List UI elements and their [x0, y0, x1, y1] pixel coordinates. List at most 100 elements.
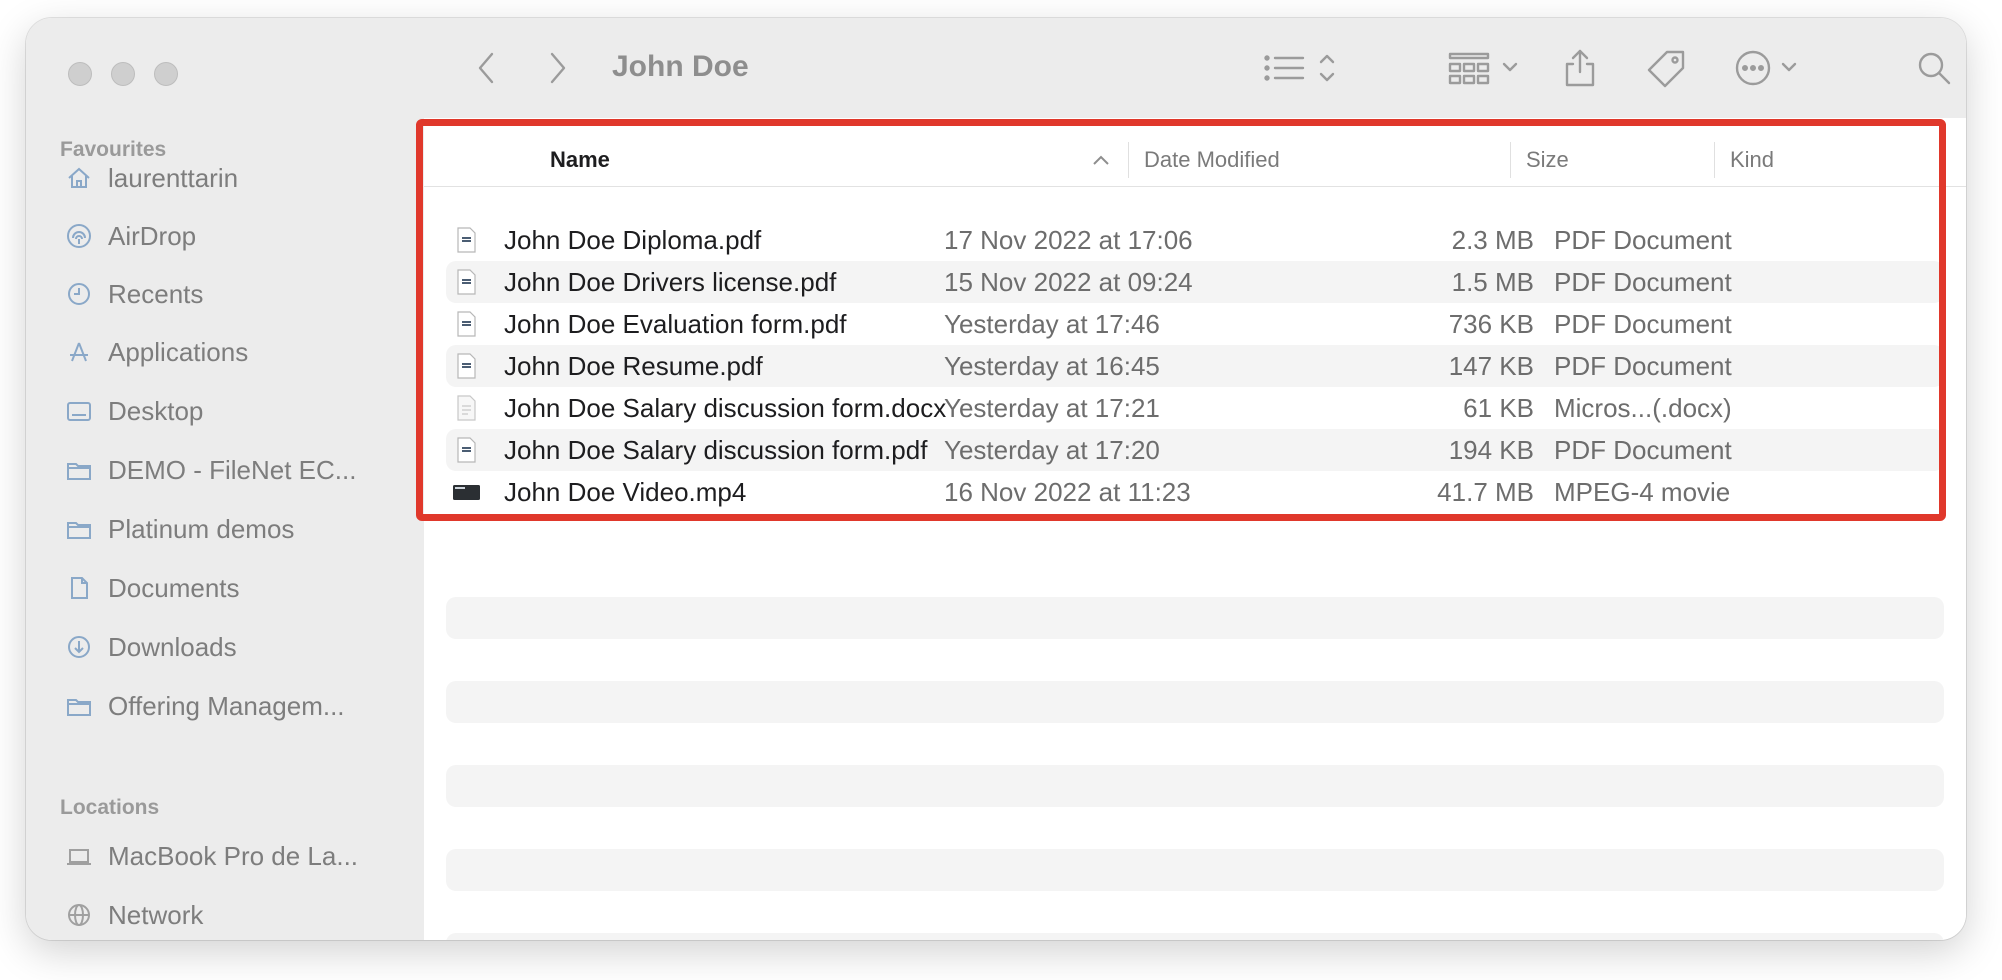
- sidebar-item-label: laurenttarin: [108, 162, 239, 193]
- file-name: John Doe Diploma.pdf: [504, 225, 762, 255]
- file-size: 147 KB: [1448, 351, 1534, 381]
- file-row[interactable]: John Doe Video.mp4 16 Nov 2022 at 11:23 …: [446, 471, 1944, 513]
- sidebar-item-label: Platinum demos: [108, 513, 295, 544]
- sidebar-item-platinum-demos[interactable]: Platinum demos: [64, 507, 294, 551]
- file-name: John Doe Drivers license.pdf: [504, 267, 837, 297]
- back-button[interactable]: [466, 46, 506, 90]
- column-header-name[interactable]: Name: [550, 140, 610, 180]
- column-divider: [1510, 142, 1511, 178]
- sidebar: Favourites laurenttarin AirDrop Recents …: [26, 18, 425, 940]
- share-icon: [1565, 49, 1595, 87]
- share-button[interactable]: [1560, 46, 1600, 90]
- file-size: 2.3 MB: [1451, 225, 1534, 255]
- pdf-file-icon: [457, 311, 476, 337]
- file-list: Name Date Modified Size Kind John Doe Di…: [424, 118, 1966, 940]
- file-row[interactable]: John Doe Diploma.pdf 17 Nov 2022 at 17:0…: [446, 219, 1944, 261]
- forward-button[interactable]: [538, 46, 578, 90]
- window-controls: [68, 62, 178, 86]
- column-divider: [1128, 142, 1129, 178]
- sidebar-item-label: DEMO - FileNet EC...: [108, 454, 357, 485]
- file-name: John Doe Salary discussion form.pdf: [504, 435, 928, 465]
- sidebar-item-documents[interactable]: Documents: [64, 566, 240, 610]
- sidebar-item-label: MacBook Pro de La...: [108, 840, 359, 871]
- folder-icon: [64, 514, 94, 544]
- file-kind: PDF Document: [1554, 225, 1732, 255]
- sidebar-item-offering-management[interactable]: Offering Managem...: [64, 684, 345, 728]
- home-icon: [64, 163, 94, 193]
- empty-row-stripe: [446, 681, 1944, 723]
- file-date-modified: Yesterday at 17:46: [944, 309, 1160, 339]
- header-divider: [424, 186, 1966, 187]
- file-row[interactable]: John Doe Salary discussion form.pdf Yest…: [446, 429, 1944, 471]
- sort-ascending-icon: [1092, 140, 1110, 180]
- file-kind: PDF Document: [1554, 267, 1732, 297]
- file-name: John Doe Resume.pdf: [504, 351, 763, 381]
- desktop-icon: [64, 396, 94, 426]
- file-kind: PDF Document: [1554, 435, 1732, 465]
- clock-icon: [64, 279, 94, 309]
- search-icon: [1918, 52, 1951, 85]
- sidebar-item-label: AirDrop: [108, 220, 197, 251]
- toolbar: John Doe: [424, 18, 1966, 118]
- finder-window: Favourites laurenttarin AirDrop Recents …: [26, 18, 1966, 940]
- tag-button[interactable]: [1644, 46, 1688, 90]
- file-row[interactable]: John Doe Salary discussion form.docx Yes…: [446, 387, 1944, 429]
- file-name: John Doe Evaluation form.pdf: [504, 309, 847, 339]
- pdf-file-icon: [457, 269, 476, 295]
- group-button[interactable]: [1446, 46, 1526, 90]
- minimize-window-button[interactable]: [111, 62, 135, 86]
- empty-row-stripe: [446, 933, 1944, 940]
- file-name: John Doe Video.mp4: [504, 477, 747, 507]
- sidebar-item-desktop[interactable]: Desktop: [64, 389, 203, 433]
- file-date-modified: 16 Nov 2022 at 11:23: [944, 477, 1191, 507]
- file-date-modified: Yesterday at 16:45: [944, 351, 1160, 381]
- sidebar-item-recents[interactable]: Recents: [64, 272, 203, 316]
- sidebar-item-label: Downloads: [108, 631, 237, 662]
- sidebar-item-applications[interactable]: Applications: [64, 330, 248, 374]
- file-kind: MPEG-4 movie: [1554, 477, 1731, 507]
- airdrop-icon: [64, 221, 94, 251]
- view-options-button[interactable]: [1258, 46, 1348, 90]
- sidebar-item-demo-filenet[interactable]: DEMO - FileNet EC...: [64, 448, 356, 492]
- sidebar-item-label: Applications: [108, 336, 249, 367]
- file-row[interactable]: John Doe Evaluation form.pdf Yesterday a…: [446, 303, 1944, 345]
- column-header-kind[interactable]: Kind: [1730, 140, 1774, 180]
- column-header-date-modified[interactable]: Date Modified: [1144, 140, 1280, 180]
- file-row[interactable]: John Doe Drivers license.pdf 15 Nov 2022…: [446, 261, 1944, 303]
- folder-icon: [64, 691, 94, 721]
- document-icon: [64, 573, 94, 603]
- sidebar-item-label: Offering Managem...: [108, 690, 345, 721]
- column-header-size[interactable]: Size: [1526, 140, 1569, 180]
- pdf-file-icon: [457, 227, 476, 253]
- file-date-modified: 15 Nov 2022 at 09:24: [944, 267, 1193, 297]
- file-row[interactable]: John Doe Resume.pdf Yesterday at 16:45 1…: [446, 345, 1944, 387]
- applications-icon: [64, 337, 94, 367]
- more-actions-button[interactable]: [1732, 46, 1808, 90]
- docx-file-icon: [457, 395, 476, 421]
- sidebar-item-home[interactable]: laurenttarin: [64, 156, 238, 200]
- laptop-icon: [64, 841, 94, 871]
- column-divider: [1714, 142, 1715, 178]
- sidebar-item-network[interactable]: Network: [64, 893, 203, 937]
- video-file-icon: [453, 485, 480, 500]
- file-name: John Doe Salary discussion form.docx: [504, 393, 947, 423]
- empty-row-stripe: [446, 849, 1944, 891]
- file-date-modified: Yesterday at 17:21: [944, 393, 1160, 423]
- file-date-modified: 17 Nov 2022 at 17:06: [944, 225, 1193, 255]
- folder-icon: [64, 455, 94, 485]
- sidebar-item-macbook[interactable]: MacBook Pro de La...: [64, 834, 358, 878]
- sidebar-item-airdrop[interactable]: AirDrop: [64, 214, 196, 258]
- network-icon: [64, 900, 94, 930]
- file-size: 194 KB: [1448, 435, 1534, 465]
- pdf-file-icon: [457, 437, 476, 463]
- zoom-window-button[interactable]: [154, 62, 178, 86]
- file-size: 61 KB: [1463, 393, 1534, 423]
- more-icon: [1735, 50, 1797, 86]
- tag-icon: [1647, 50, 1685, 88]
- close-window-button[interactable]: [68, 62, 92, 86]
- empty-row-stripe: [446, 597, 1944, 639]
- file-date-modified: Yesterday at 17:20: [944, 435, 1160, 465]
- search-button[interactable]: [1914, 46, 1954, 90]
- grid-view-icon: [1448, 52, 1518, 85]
- sidebar-item-downloads[interactable]: Downloads: [64, 625, 237, 669]
